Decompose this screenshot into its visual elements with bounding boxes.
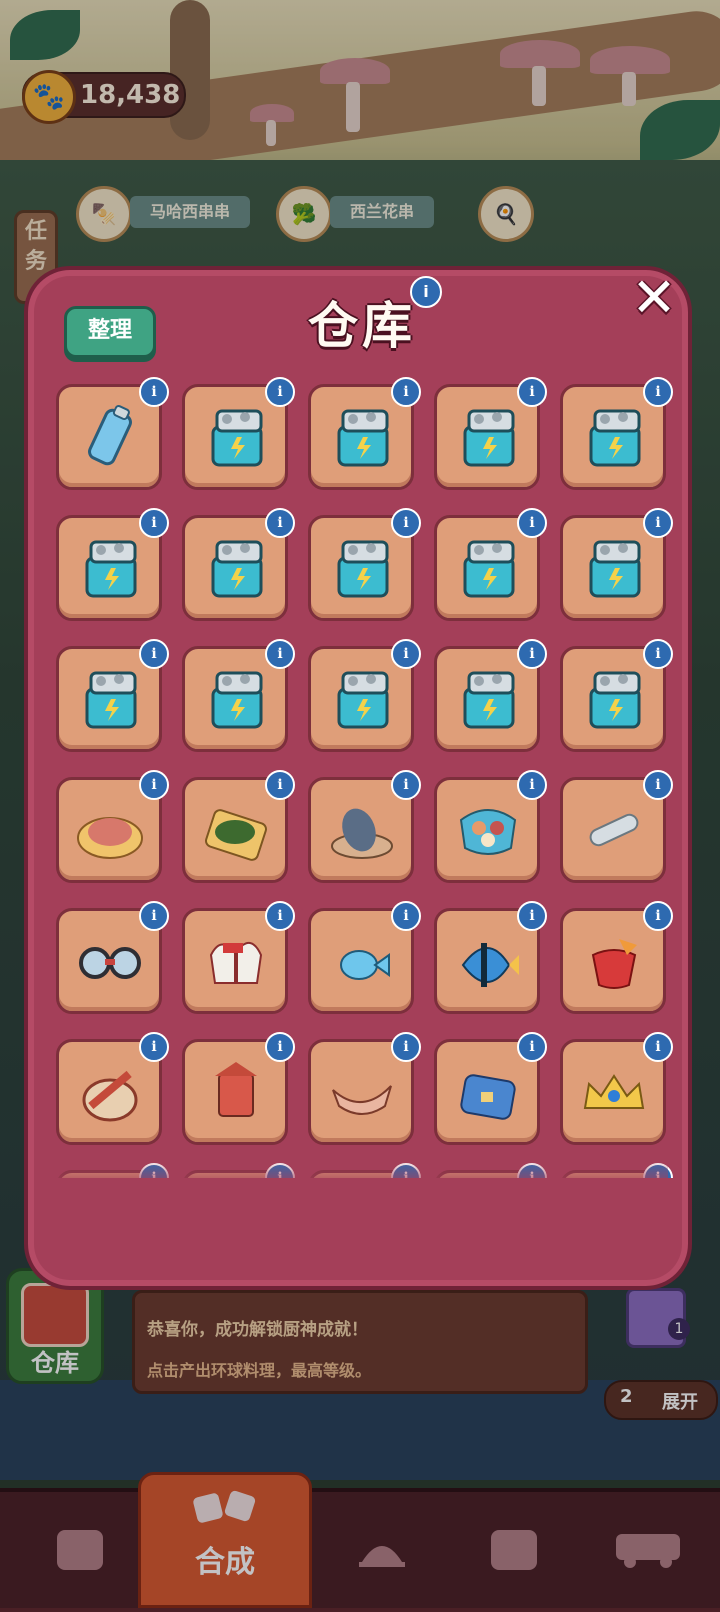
info-icon[interactable]: i xyxy=(139,901,169,931)
info-icon[interactable]: i xyxy=(517,508,547,538)
info-icon[interactable]: i xyxy=(643,901,673,931)
info-icon[interactable]: i xyxy=(517,377,547,407)
info-icon[interactable]: i xyxy=(391,639,421,669)
charger-box-icon xyxy=(589,671,641,729)
charger-box-icon xyxy=(589,409,641,467)
meat-pizza-icon xyxy=(77,817,143,859)
storage-slot[interactable]: i xyxy=(182,508,295,621)
storage-slot[interactable]: i xyxy=(434,508,547,621)
storage-slot[interactable]: i xyxy=(182,639,295,752)
storage-slot[interactable]: i xyxy=(308,508,421,621)
gloves-icon xyxy=(209,942,263,984)
info-icon[interactable]: i xyxy=(517,770,547,800)
crown-icon xyxy=(583,1074,645,1109)
storage-slot[interactable]: i xyxy=(56,377,169,490)
info-icon[interactable]: i xyxy=(643,377,673,407)
info-icon[interactable]: i xyxy=(265,770,295,800)
charger-box-icon xyxy=(337,671,389,729)
storage-slot[interactable]: i xyxy=(434,770,547,883)
blue-bag-icon xyxy=(460,1074,516,1120)
boat-icon xyxy=(332,1085,392,1115)
storage-slot[interactable]: i xyxy=(560,639,673,752)
charger-box-icon xyxy=(463,540,515,598)
charger-box-icon xyxy=(211,671,263,729)
modal-title: 仓库 xyxy=(308,297,416,355)
charger-box-icon xyxy=(211,409,263,467)
fish-plate-icon xyxy=(331,808,393,859)
storage-slot[interactable]: i xyxy=(434,377,547,490)
storage-slot[interactable]: i xyxy=(560,508,673,621)
storage-slot[interactable]: i xyxy=(56,901,169,1014)
storage-slot[interactable]: i xyxy=(182,377,295,490)
charger-box-icon xyxy=(463,671,515,729)
charger-box-icon xyxy=(463,409,515,467)
storage-slot[interactable]: i xyxy=(308,901,421,1014)
bento-box-icon xyxy=(459,809,517,855)
info-icon[interactable]: i xyxy=(265,1032,295,1062)
storage-slot[interactable]: i xyxy=(56,1032,169,1145)
battery-icon xyxy=(88,405,132,466)
storage-slot[interactable]: i xyxy=(308,770,421,883)
info-icon[interactable]: i xyxy=(643,639,673,669)
charger-box-icon xyxy=(85,540,137,598)
grid-fade xyxy=(56,1160,668,1188)
info-icon[interactable]: i xyxy=(265,901,295,931)
angelfish-icon xyxy=(461,943,519,987)
storage-slot[interactable]: i xyxy=(434,901,547,1014)
storage-slot[interactable]: i xyxy=(560,1032,673,1145)
storage-slot[interactable]: i xyxy=(560,901,673,1014)
info-icon[interactable]: i xyxy=(643,770,673,800)
title-info-icon[interactable]: i xyxy=(410,276,442,308)
storage-slot[interactable]: i xyxy=(560,377,673,490)
lantern-icon xyxy=(215,1062,257,1117)
red-pouch-icon xyxy=(591,939,637,989)
blue-fish-icon xyxy=(340,950,390,980)
storage-slot[interactable]: i xyxy=(434,1032,547,1145)
info-icon[interactable]: i xyxy=(265,508,295,538)
goggles-icon xyxy=(79,947,141,979)
storage-slot[interactable]: i xyxy=(182,901,295,1014)
charger-box-icon xyxy=(589,540,641,598)
info-icon[interactable]: i xyxy=(391,770,421,800)
info-icon[interactable]: i xyxy=(517,901,547,931)
storage-slot[interactable]: i xyxy=(56,770,169,883)
info-icon[interactable]: i xyxy=(139,377,169,407)
charger-box-icon xyxy=(211,540,263,598)
storage-slot[interactable]: i xyxy=(182,770,295,883)
info-icon[interactable]: i xyxy=(139,639,169,669)
rolling-pin-icon xyxy=(589,813,639,847)
info-icon[interactable]: i xyxy=(643,508,673,538)
info-icon[interactable]: i xyxy=(139,1032,169,1062)
info-icon[interactable]: i xyxy=(391,901,421,931)
storage-slot[interactable]: i xyxy=(308,377,421,490)
storage-slot[interactable]: i xyxy=(56,639,169,752)
storage-slot[interactable]: i xyxy=(56,508,169,621)
info-icon[interactable]: i xyxy=(391,508,421,538)
charger-box-icon xyxy=(85,671,137,729)
fishing-basket-icon xyxy=(82,1070,138,1122)
item-grid: iiiiiiiiiiiiiiiiiiiiiiiiiiiiiiiiiii xyxy=(56,370,676,1178)
storage-slot[interactable]: i xyxy=(434,639,547,752)
info-icon[interactable]: i xyxy=(265,377,295,407)
info-icon[interactable]: i xyxy=(139,508,169,538)
info-icon[interactable]: i xyxy=(643,1032,673,1062)
info-icon[interactable]: i xyxy=(265,639,295,669)
info-icon[interactable]: i xyxy=(517,1032,547,1062)
info-icon[interactable]: i xyxy=(391,1032,421,1062)
storage-modal: 整理 仓库 i ✕ iiiiiiiiiiiiiiiiiiiiiiiiiiiiii… xyxy=(24,266,692,1290)
charger-box-icon xyxy=(337,409,389,467)
storage-slot[interactable]: i xyxy=(182,1032,295,1145)
storage-slot[interactable]: i xyxy=(308,1032,421,1145)
storage-slot[interactable]: i xyxy=(308,639,421,752)
info-icon[interactable]: i xyxy=(139,770,169,800)
info-icon[interactable]: i xyxy=(517,639,547,669)
close-button[interactable]: ✕ xyxy=(626,270,682,326)
info-icon[interactable]: i xyxy=(391,377,421,407)
charger-box-icon xyxy=(337,540,389,598)
storage-slot[interactable]: i xyxy=(560,770,673,883)
seaweed-toast-icon xyxy=(205,809,267,861)
